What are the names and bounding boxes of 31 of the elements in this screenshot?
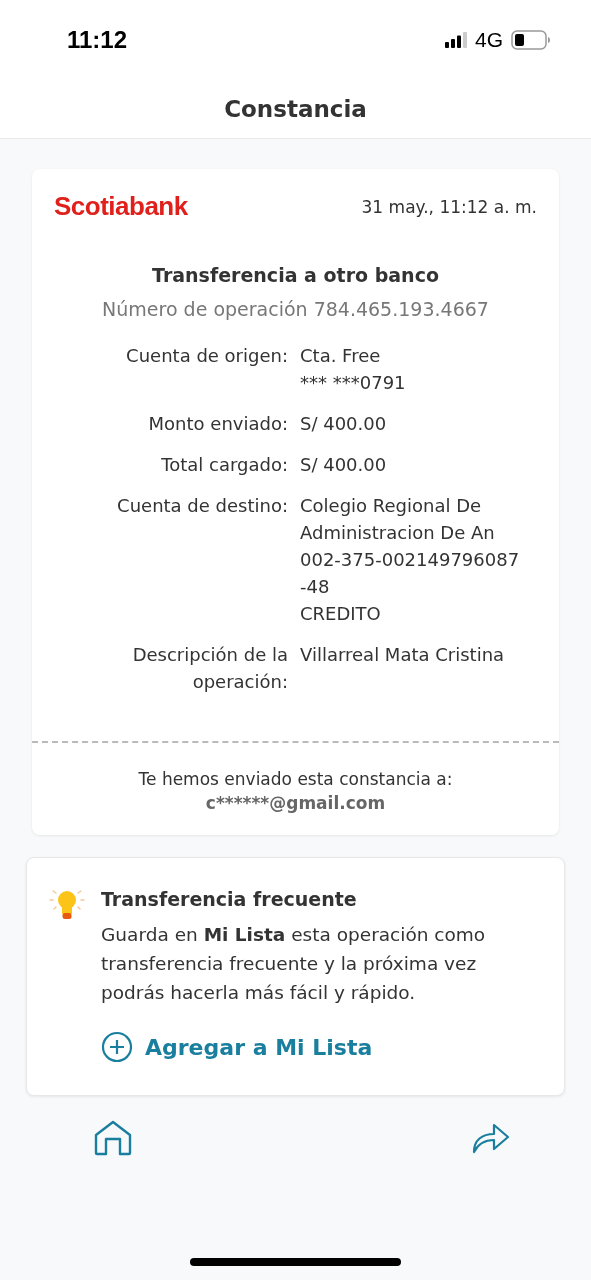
detail-label: Monto enviado: xyxy=(147,412,288,436)
battery-icon xyxy=(511,30,551,50)
receipt-date: 31 may., 11:12 a. m. xyxy=(361,196,537,217)
email-address: c******@gmail.com xyxy=(204,793,387,813)
detail-value: CREDITO xyxy=(300,602,382,626)
detail-label: Cuenta de origen: xyxy=(125,344,288,368)
detail-value: -48 xyxy=(300,575,331,599)
detail-label: Descripción de la operación: xyxy=(131,643,288,694)
bank-logo: Scotiabank xyxy=(54,191,188,222)
detail-value: 002-375-002149796087 xyxy=(300,548,521,572)
detail-value: S/ 400.00 xyxy=(300,453,388,477)
detail-value: Colegio Regional De xyxy=(300,494,483,518)
detail-label: Cuenta de destino: xyxy=(116,494,288,518)
detail-value: Administracion De An xyxy=(300,521,496,545)
signal-icon xyxy=(445,32,467,48)
detail-value: S/ 400.00 xyxy=(300,412,388,436)
sent-note: Te hemos enviado esta constancia a: xyxy=(137,769,454,789)
network-label: 4G xyxy=(475,28,503,52)
tip-title: Transferencia frecuente xyxy=(101,888,358,910)
detail-value: Cta. Free xyxy=(300,344,382,368)
home-button[interactable] xyxy=(93,1120,133,1156)
receipt-title: Transferencia a otro banco xyxy=(151,264,440,286)
detail-label: Total cargado: xyxy=(160,453,288,477)
tip-text: Guarda en Mi Lista esta operación como transferencia frecuente y la próxima vez podrás hacerla más fácil y rápido. xyxy=(101,923,487,1005)
plus-circle-icon xyxy=(101,1031,133,1063)
page-title: Constancia xyxy=(224,96,367,122)
clock: 11:12 xyxy=(67,26,128,54)
detail-value: Villarreal Mata Cristina xyxy=(300,643,506,667)
add-to-list-link[interactable]: Agregar a Mi Lista xyxy=(101,1031,544,1063)
operation-number: Número de operación 784.465.193.4667 xyxy=(101,298,490,320)
detail-value: *** ***0791 xyxy=(300,371,407,395)
